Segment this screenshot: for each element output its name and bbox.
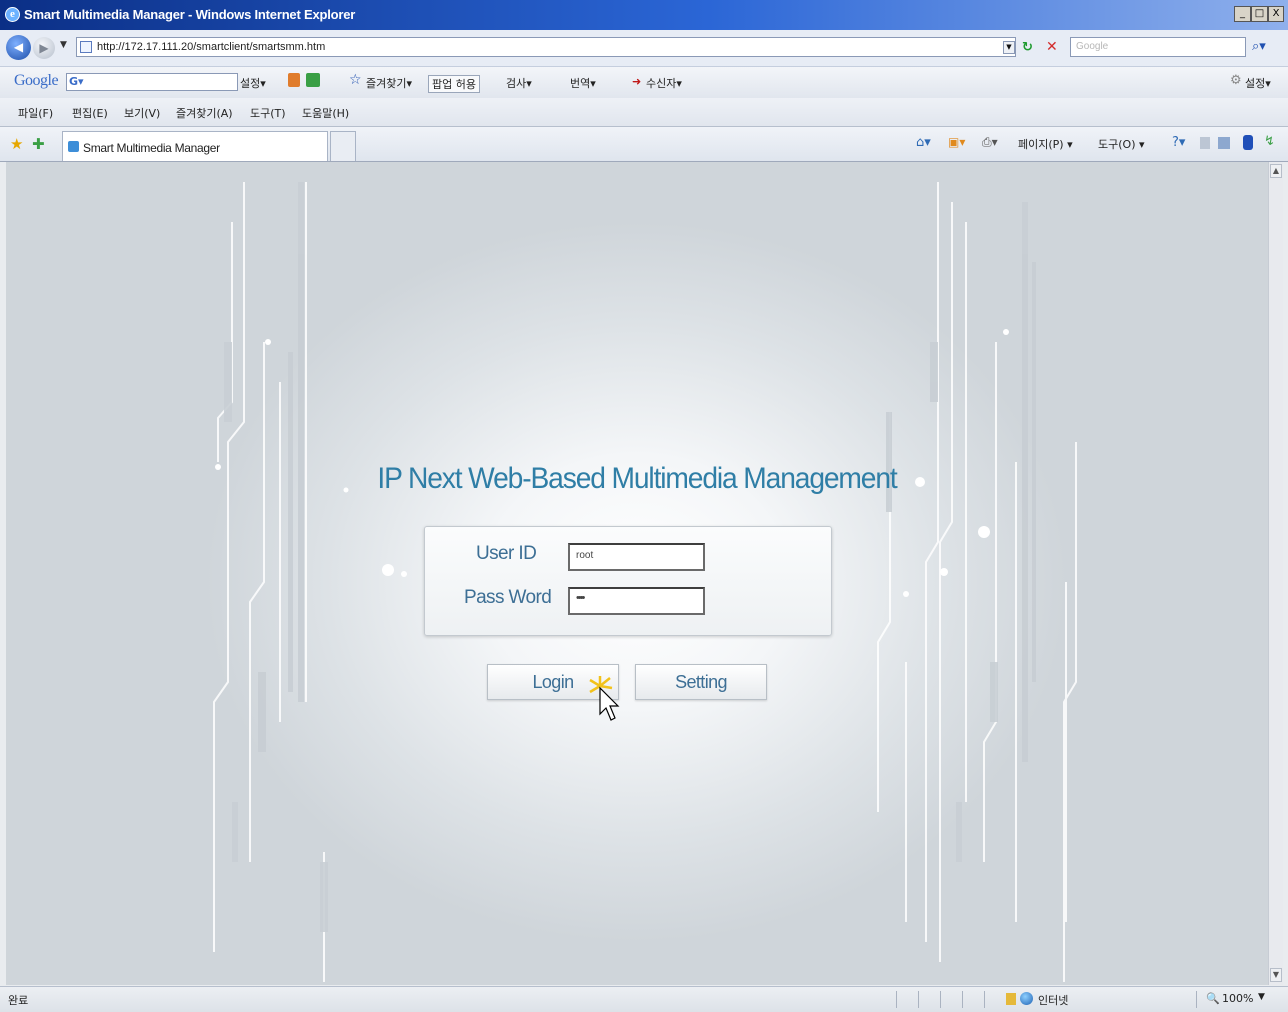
password-input[interactable]: •••• bbox=[568, 587, 705, 615]
menu-file[interactable]: 파일(F) bbox=[18, 105, 53, 121]
tab-row: ★ ✚ Smart Multimedia Manager ⌂▾ ▣▾ ⎙▾ 페이… bbox=[0, 127, 1288, 162]
minimize-button[interactable]: _ bbox=[1234, 6, 1251, 22]
google-logo: Google bbox=[14, 72, 59, 89]
vertical-scrollbar[interactable]: ▲ ▼ bbox=[1268, 162, 1283, 985]
tab-smart-multimedia-manager[interactable]: Smart Multimedia Manager bbox=[62, 131, 328, 161]
send-icon[interactable]: ➜ bbox=[632, 75, 641, 88]
status-bar: 완료 인터넷 🔍 100% ▼ bbox=[0, 986, 1288, 1012]
star-icon[interactable]: ☆ bbox=[349, 72, 362, 88]
toolbar-right-settings[interactable]: 설정▾ bbox=[1245, 75, 1271, 91]
maximize-button[interactable]: □ bbox=[1251, 6, 1268, 22]
google-g-dropdown[interactable]: G▾ bbox=[69, 75, 84, 88]
address-dropdown-icon[interactable]: ▼ bbox=[1003, 41, 1015, 54]
scroll-up-icon[interactable]: ▲ bbox=[1270, 164, 1282, 178]
window-title-bar: e Smart Multimedia Manager - Windows Int… bbox=[0, 0, 1288, 30]
print-icon[interactable]: ⎙▾ bbox=[982, 135, 998, 150]
zone-label: 인터넷 bbox=[1038, 994, 1069, 1007]
menu-help[interactable]: 도움말(H) bbox=[302, 105, 349, 121]
setting-button[interactable]: Setting bbox=[635, 664, 767, 700]
page-heading: IP Next Web-Based Multimedia Management bbox=[377, 462, 897, 495]
settings-gear-icon[interactable]: ⚙ bbox=[1230, 73, 1242, 88]
toolbar-sendto[interactable]: 수신자▾ bbox=[646, 75, 682, 91]
page-favicon-icon bbox=[68, 141, 79, 152]
status-divider bbox=[1196, 991, 1197, 1008]
menu-tools[interactable]: 도구(T) bbox=[250, 105, 286, 121]
window-title: Smart Multimedia Manager - Windows Inter… bbox=[24, 7, 356, 22]
new-tab-button[interactable] bbox=[330, 131, 356, 161]
menu-view[interactable]: 보기(V) bbox=[124, 105, 160, 121]
status-text: 완료 bbox=[8, 994, 29, 1007]
internet-zone-icon bbox=[1020, 992, 1033, 1005]
mouse-cursor-icon bbox=[589, 676, 620, 721]
stop-icon[interactable]: ✕ bbox=[1046, 39, 1058, 55]
favorites-star-icon[interactable]: ★ bbox=[10, 135, 23, 153]
status-divider bbox=[984, 991, 985, 1008]
close-window-button[interactable]: X bbox=[1268, 6, 1284, 22]
google-search-box[interactable]: G▾ bbox=[66, 73, 238, 91]
refresh-icon[interactable]: ↻ bbox=[1022, 40, 1033, 55]
protected-mode-icon bbox=[1006, 993, 1016, 1005]
user-id-label: User ID bbox=[476, 543, 537, 564]
ie-logo-icon: e bbox=[5, 7, 20, 22]
toolbar-settings[interactable]: 설정▾ bbox=[240, 75, 266, 91]
extra-tool-icon[interactable]: ↯ bbox=[1264, 134, 1275, 149]
page-menu[interactable]: 페이지(P) ▾ bbox=[1018, 136, 1073, 152]
status-divider bbox=[918, 991, 919, 1008]
address-bar[interactable]: http://172.17.111.20/smartclient/smartsm… bbox=[76, 37, 1016, 57]
address-url: http://172.17.111.20/smartclient/smartsm… bbox=[97, 41, 326, 53]
pagerank-icon[interactable] bbox=[306, 73, 320, 87]
status-divider bbox=[940, 991, 941, 1008]
search-input[interactable]: Google bbox=[1070, 37, 1246, 57]
help-icon[interactable]: ?▾ bbox=[1172, 135, 1185, 150]
zoom-dropdown-icon[interactable]: ▼ bbox=[1258, 992, 1265, 1002]
search-icon[interactable]: ⌕▾ bbox=[1252, 39, 1266, 54]
back-button[interactable]: ◀ bbox=[6, 35, 31, 60]
home-icon[interactable]: ⌂▾ bbox=[916, 135, 931, 150]
zoom-icon[interactable]: 🔍 bbox=[1206, 992, 1220, 1005]
zoom-level[interactable]: 100% bbox=[1222, 992, 1253, 1005]
toolbar-translate[interactable]: 번역▾ bbox=[570, 75, 596, 91]
address-row: ◀ ▶ ▼ http://172.17.111.20/smartclient/s… bbox=[0, 30, 1288, 67]
history-dropdown-icon[interactable]: ▼ bbox=[60, 40, 67, 50]
status-divider bbox=[896, 991, 897, 1008]
user-id-input[interactable]: root bbox=[568, 543, 705, 571]
menu-edit[interactable]: 편집(E) bbox=[72, 105, 108, 121]
toolbar-favorites[interactable]: 즐겨찾기▾ bbox=[366, 75, 412, 91]
menu-favorites[interactable]: 즐겨찾기(A) bbox=[176, 105, 233, 121]
bookmark-icon[interactable] bbox=[288, 73, 300, 87]
forward-button[interactable]: ▶ bbox=[33, 37, 55, 59]
page-icon bbox=[80, 41, 92, 53]
tools-menu[interactable]: 도구(O) ▾ bbox=[1098, 136, 1145, 152]
research-icon[interactable] bbox=[1200, 137, 1210, 149]
password-label: Pass Word bbox=[464, 587, 552, 608]
menu-bar: 파일(F) 편집(E) 보기(V) 즐겨찾기(A) 도구(T) 도움말(H) bbox=[0, 98, 1288, 127]
messenger-icon[interactable] bbox=[1218, 137, 1230, 149]
bluetooth-icon[interactable] bbox=[1243, 135, 1253, 150]
page-content: IP Next Web-Based Multimedia Management … bbox=[6, 162, 1268, 985]
scroll-down-icon[interactable]: ▼ bbox=[1270, 968, 1282, 982]
feeds-icon[interactable]: ▣▾ bbox=[948, 135, 965, 149]
tab-label: Smart Multimedia Manager bbox=[83, 141, 220, 155]
google-toolbar: Google G▾ 설정▾ ☆ 즐겨찾기▾ 팝업 허용 검사▾ 번역▾ ➜ 수신… bbox=[0, 67, 1288, 98]
status-divider bbox=[962, 991, 963, 1008]
login-form: User ID root Pass Word •••• bbox=[424, 526, 832, 636]
toolbar-check[interactable]: 검사▾ bbox=[506, 75, 532, 91]
popup-allow-button[interactable]: 팝업 허용 bbox=[428, 75, 480, 93]
search-placeholder: Google bbox=[1076, 41, 1109, 52]
add-favorite-icon[interactable]: ✚ bbox=[32, 135, 45, 153]
